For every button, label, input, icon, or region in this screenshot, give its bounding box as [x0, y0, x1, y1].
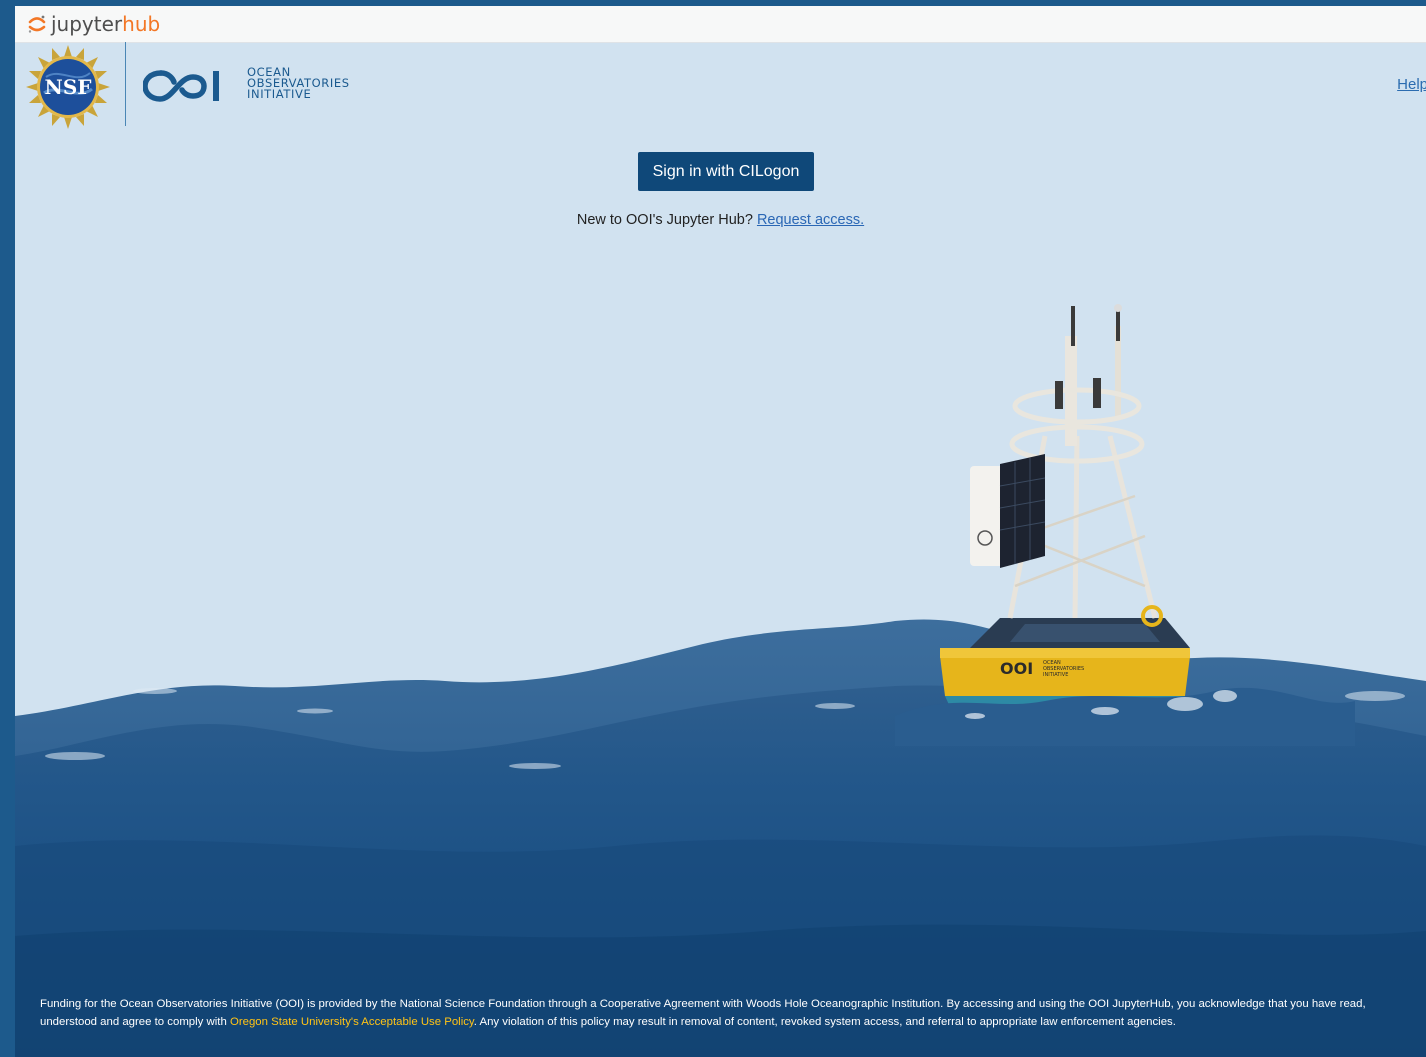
- ooi-wordmark: OCEAN OBSERVATORIES INITIATIVE: [247, 66, 350, 101]
- ooi-logo-icon: [143, 70, 219, 102]
- login-page: jupyter hub NSF OCEAN OBSERVATORIES INIT…: [15, 6, 1426, 1057]
- jupyter-logo-icon: [28, 15, 46, 33]
- screenshot-frame: jupyter hub NSF OCEAN OBSERVATORIES INIT…: [0, 0, 1426, 1057]
- buoy-on-waves-illustration: OOI OCEAN OBSERVATORIES INITIATIVE: [15, 304, 1426, 1057]
- desktop-edge-left: [0, 0, 15, 1057]
- funding-disclaimer: Funding for the Ocean Observatories Init…: [40, 995, 1410, 1031]
- brand-hub: hub: [122, 12, 161, 36]
- nsf-seal-text: NSF: [45, 75, 92, 99]
- new-user-prompt: New to OOI's Jupyter Hub?: [576, 212, 753, 228]
- buoy-graphic: OOI OCEAN OBSERVATORIES INITIATIVE: [940, 304, 1190, 718]
- brand-jupyter: jupyter: [51, 12, 123, 36]
- svg-text:OOI: OOI: [1000, 659, 1033, 678]
- ooi-line-3: INITIATIVE: [247, 87, 312, 101]
- signin-cilogon-button[interactable]: Sign in with CILogon: [638, 152, 814, 191]
- help-link[interactable]: Help: [1397, 76, 1426, 93]
- footer-text-2: . Any violation of this policy may resul…: [473, 1016, 1176, 1028]
- buoy-logo-line-3: INITIATIVE: [1043, 672, 1068, 678]
- request-access-link[interactable]: Request access.: [757, 212, 864, 228]
- brand-row: NSF OCEAN OBSERVATORIES INITIATIVE Help: [15, 42, 1426, 138]
- nsf-seal-icon: NSF: [26, 45, 110, 129]
- top-bar: jupyter hub: [15, 6, 1426, 43]
- request-access-line: New to OOI's Jupyter Hub? Request access…: [15, 212, 1426, 228]
- acceptable-use-policy-link[interactable]: Oregon State University's Acceptable Use…: [230, 1016, 474, 1028]
- brand-divider: [125, 42, 126, 126]
- jupyterhub-home-link[interactable]: jupyter hub: [27, 12, 160, 36]
